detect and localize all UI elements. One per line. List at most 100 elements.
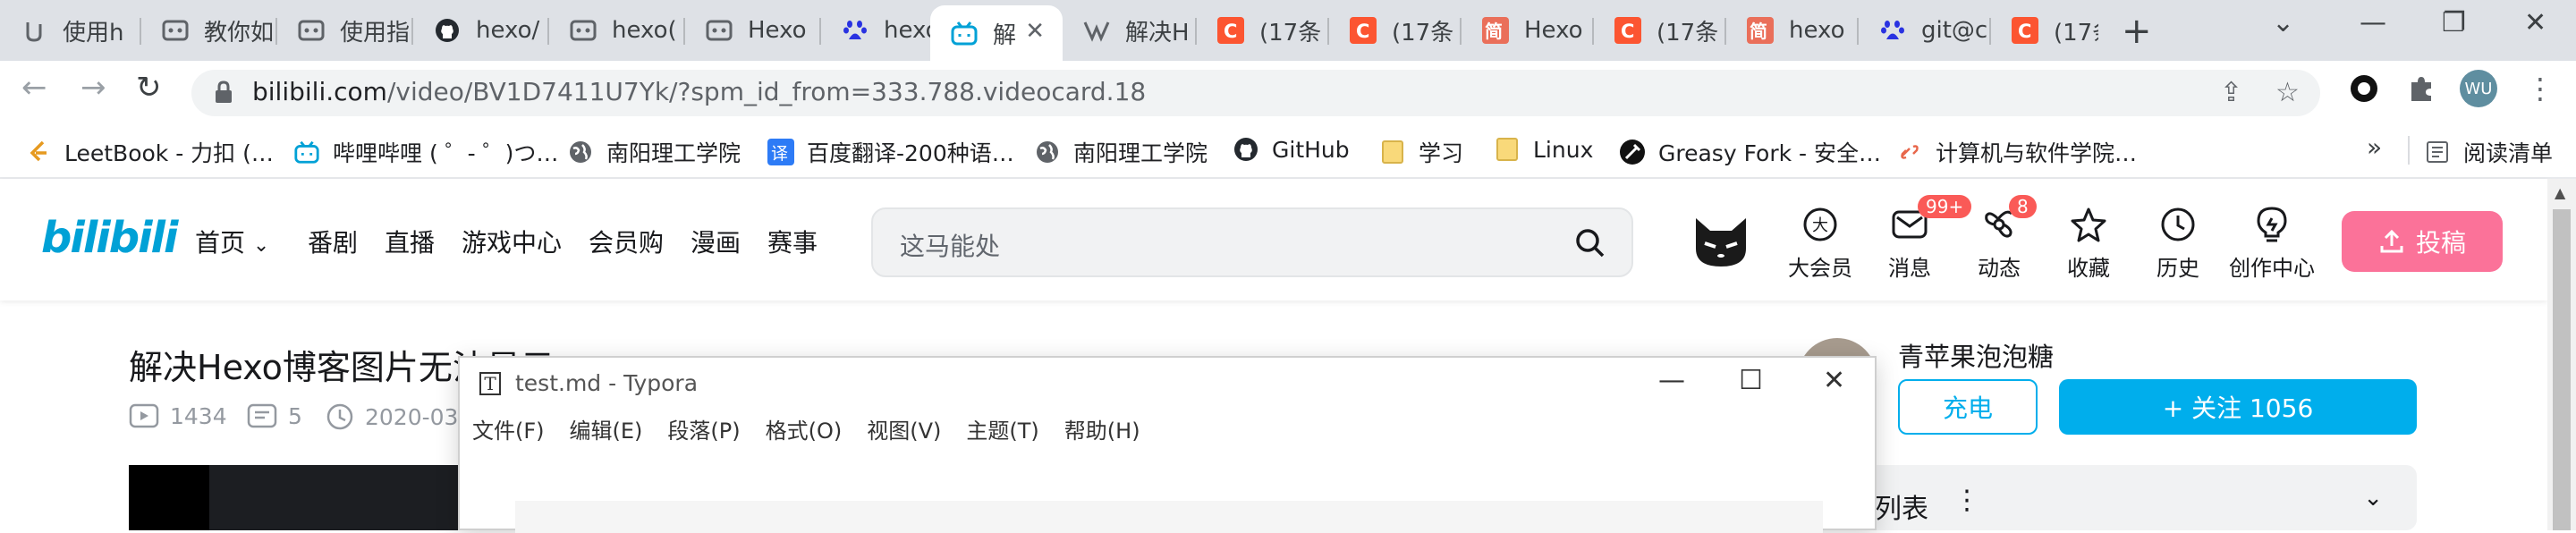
bookmark-label: 学习 [1419,140,1464,166]
browser-tab[interactable]: 简 hexo [1726,5,1859,55]
menu-edit[interactable]: 编辑(E) [570,413,643,444]
nav-esports[interactable]: 赛事 [767,224,818,259]
video-player[interactable] [129,465,469,530]
back-arrow-icon[interactable]: ← [21,70,47,106]
address-bar[interactable]: bilibili.com/video/BV1D7411U7Yk/?spm_id_… [191,70,2320,116]
browser-tab-active[interactable]: 解 ✕ [930,5,1063,61]
bookmark-item[interactable]: GitHub [1233,136,1350,163]
url-text[interactable]: bilibili.com/video/BV1D7411U7Yk/?spm_id_… [252,77,1146,106]
menu-file[interactable]: 文件(F) [472,413,545,444]
nav-live[interactable]: 直播 [385,224,435,259]
close-window-icon[interactable]: ✕ [2524,7,2546,38]
new-tab-icon[interactable]: + [2122,11,2152,52]
typora-minimize-icon[interactable]: — [1658,365,1685,396]
header-dynamic[interactable]: 8 动态 [1959,195,2039,282]
browser-tab[interactable]: hexo/ [413,5,549,55]
url-path: /video/BV1D7411U7Yk/?spm_id_from=333.788… [386,77,1147,106]
bookmark-star-icon[interactable]: ☆ [2275,77,2300,108]
menu-view[interactable]: 视图(V) [867,413,941,444]
folder-icon [1494,136,1521,163]
bilibili-logo[interactable]: bilibili [41,213,178,263]
bookmarks-overflow-icon[interactable]: » [2367,132,2382,162]
search-input[interactable]: 这马能处 [871,207,1633,277]
reload-icon[interactable]: ↻ [136,70,162,106]
extension-circle-icon[interactable] [2349,73,2379,104]
menu-paragraph[interactable]: 段落(P) [667,413,740,444]
bookmark-folder[interactable]: Linux [1494,136,1593,163]
clock-icon [326,403,353,430]
browser-tab[interactable]: hexo [821,5,930,55]
header-creator-center[interactable]: 创作中心 [2227,204,2317,282]
player-letterbox [129,465,209,530]
page-scrollbar[interactable]: ▲ [2547,179,2576,530]
bookmark-item[interactable]: 译 百度翻译-200种语… [767,136,1014,168]
up-name[interactable]: 青苹果泡泡糖 [1898,336,2054,374]
bookmark-item[interactable]: 南阳理工学院 [567,136,741,168]
minimize-icon[interactable]: — [2360,7,2386,38]
typora-close-icon[interactable]: ✕ [1823,365,1845,396]
browser-tab[interactable]: C (17条 [1329,5,1462,55]
scrollbar-thumb[interactable] [2553,209,2571,530]
nav-manga[interactable]: 漫画 [691,224,741,259]
forward-arrow-icon[interactable]: → [80,70,106,106]
profile-avatar[interactable]: WU [2460,70,2497,107]
nav-anime[interactable]: 番剧 [308,224,358,259]
restore-icon[interactable]: ❐ [2442,7,2466,38]
typora-editor-area[interactable] [515,501,1823,533]
share-icon[interactable]: ⇪ [2220,77,2242,108]
bookmark-item[interactable]: Greasy Fork - 安全… [1619,136,1881,168]
browser-tab[interactable]: 使用h [0,5,141,55]
nav-mall[interactable]: 会员购 [589,224,664,259]
reading-list-button[interactable]: 阅读清单 [2424,136,2553,168]
bookmark-item[interactable]: LeetBook - 力扣 (… [25,136,274,168]
bookmark-label: 南阳理工学院 [606,140,741,166]
typora-maximize-icon[interactable]: ☐ [1739,365,1763,396]
browser-tab[interactable]: C (17条 [1197,5,1329,55]
scroll-up-arrow-icon[interactable]: ▲ [2555,184,2565,201]
typora-window[interactable]: T test.md - Typora — ☐ ✕ 文件(F) 编辑(E) 段落(… [458,356,1877,533]
nav-game-center[interactable]: 游戏中心 [462,224,562,259]
extensions-puzzle-icon[interactable] [2406,73,2436,104]
browser-tab[interactable]: C (17条 [1594,5,1726,55]
browser-tab[interactable]: 使用指 [277,5,413,55]
header-vip[interactable]: 大 大会员 [1780,204,1860,282]
browser-tab[interactable]: hexo( [549,5,685,55]
header-favorites[interactable]: 收藏 [2048,204,2129,282]
menu-format[interactable]: 格式(O) [766,413,843,444]
more-icon[interactable]: ⋮ [1953,485,1980,516]
header-history[interactable]: 历史 [2138,204,2218,282]
header-messages[interactable]: 99+ 消息 [1869,195,1972,282]
playlist-panel[interactable]: 列表 ⋮ ⌄ [1825,465,2417,530]
lock-icon[interactable] [215,80,233,104]
bookmark-item[interactable]: 哔哩哔哩 ( ゜- ゜)つ… [293,136,558,168]
tab-label: Hexo [748,17,807,44]
browser-tab[interactable]: Hexo [685,5,821,55]
close-tab-icon[interactable]: ✕ [1025,18,1045,45]
menu-help[interactable]: 帮助(H) [1064,413,1140,444]
browser-tab[interactable]: 简 Hexo [1462,5,1594,55]
bookmark-item[interactable]: 计算机与软件学院… [1896,136,2137,168]
bookmark-label: Linux [1533,136,1594,163]
browser-tab[interactable]: 解决H [1063,5,1197,55]
user-avatar[interactable] [1692,213,1750,270]
link-icon [1896,139,1923,165]
tab-search-chevron-icon[interactable]: ⌄ [2272,7,2294,38]
bookmark-item[interactable]: 南阳理工学院 [1034,136,1208,168]
follow-button[interactable]: + 关注 1056 [2059,379,2417,435]
menu-theme[interactable]: 主题(T) [966,413,1038,444]
chevron-down-icon[interactable]: ⌄ [2363,485,2383,512]
history-icon [2161,207,2195,241]
page-icon [1082,16,1111,45]
browser-menu-icon[interactable]: ⋮ [2526,72,2555,106]
browser-tab[interactable]: C (17条 [1991,5,2098,55]
browser-tab[interactable]: 教你如 [141,5,277,55]
bookmark-folder[interactable]: 学习 [1379,136,1463,168]
nav-home[interactable]: 首页 ⌄ [195,224,269,259]
search-icon[interactable] [1574,227,1606,259]
browser-tab[interactable]: git@c [1859,5,1991,55]
charge-button[interactable]: 充电 [1898,379,2038,435]
typora-titlebar: T test.md - Typora [479,370,698,396]
upload-button[interactable]: 投稿 [2342,211,2503,272]
page-icon [705,16,733,45]
svg-text:译: 译 [771,144,788,164]
